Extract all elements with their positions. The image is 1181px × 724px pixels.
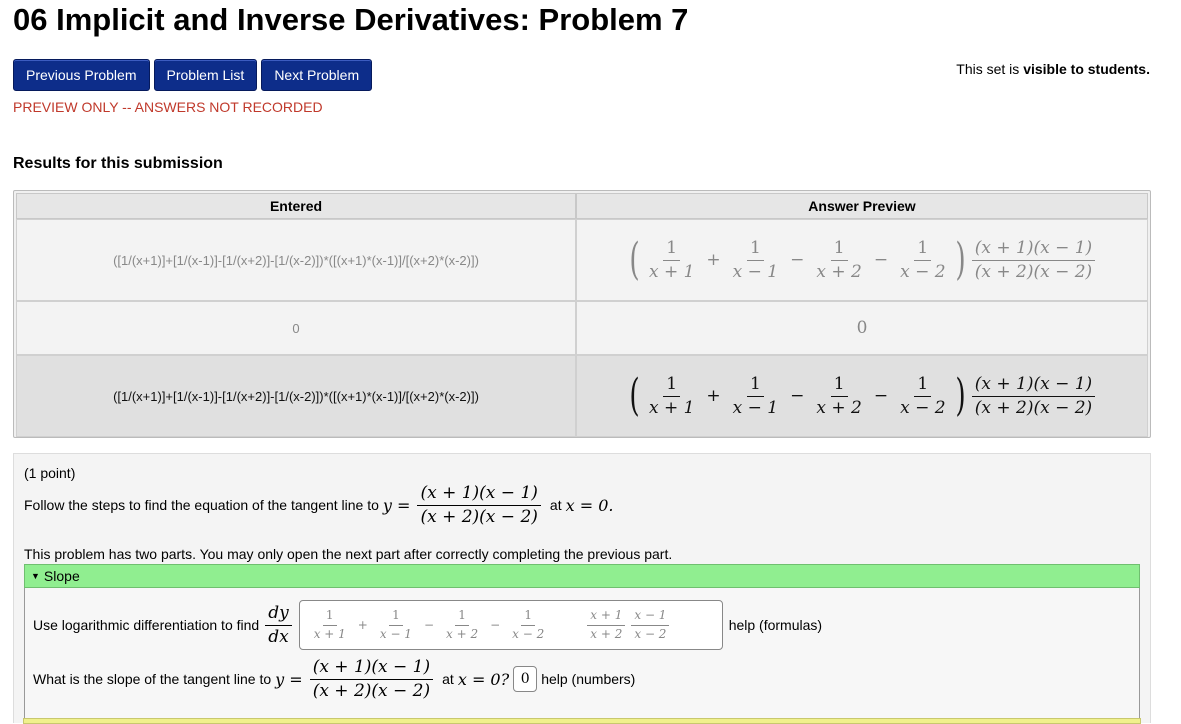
answer-preview-value: 0 [856, 318, 868, 338]
problem-list-button[interactable]: Problem List [153, 59, 258, 91]
table-row-1-preview: ( 1x + 1 + 1x − 1 − 1x + 2 − 1x − 2 ) (x… [576, 219, 1148, 301]
x-equals-zero: x = 0. [565, 495, 614, 515]
table-row-2-entered: 0 [16, 301, 576, 355]
page-title: 06 Implicit and Inverse Derivatives: Pro… [13, 2, 689, 37]
right-paren: ) [955, 370, 966, 421]
table-row-3-entered: ([1/(x+1)]+[1/(x-1)]-[1/(x+2)]-[1/(x-2)]… [16, 355, 576, 437]
dy-dx-fraction: dy dx [265, 604, 292, 646]
problem-statement: Follow the steps to find the equation of… [24, 484, 613, 526]
problem-nav: Previous Problem Problem List Next Probl… [13, 59, 373, 91]
entered-column-header: Entered [16, 193, 576, 219]
y-equals: y = [275, 669, 303, 689]
slope-section-body: Use logarithmic differentiation to find … [24, 588, 1140, 719]
function-fraction: (x + 1)(x − 1) (x + 2)(x − 2) [309, 658, 434, 700]
left-paren: ( [629, 370, 640, 421]
previous-problem-button[interactable]: Previous Problem [13, 59, 150, 91]
entered-text: ([1/(x+1)]+[1/(x-1)]-[1/(x+2)]-[1/(x-2)]… [113, 388, 479, 404]
next-problem-button[interactable]: Next Problem [261, 59, 373, 91]
derivative-answer-field[interactable]: 1x + 1 + 1x − 1 − 1x + 2 − 1x − 2 x + 1x… [298, 600, 723, 650]
table-row-1-entered: ([1/(x+1)]+[1/(x-1)]-[1/(x+2)]-[1/(x-2)]… [16, 219, 576, 301]
slope-section-title: Slope [43, 568, 80, 584]
slope-section-toggle[interactable]: ▼ Slope [24, 564, 1140, 588]
help-formulas-link[interactable]: help (formulas) [729, 617, 822, 633]
entered-text: ([1/(x+1)]+[1/(x-1)]-[1/(x+2)]-[1/(x-2)]… [113, 252, 479, 268]
set-visibility-status: visible to students. [1023, 61, 1150, 77]
table-row-3-preview: ( 1x + 1 + 1x − 1 − 1x + 2 − 1x − 2 ) (x… [576, 355, 1148, 437]
statement-text: Follow the steps to find the equation of… [24, 497, 379, 514]
set-visibility-info: This set is visible to students. [956, 61, 1150, 77]
right-paren: ) [955, 234, 966, 285]
slope-question: What is the slope of the tangent line to… [33, 658, 635, 700]
function-fraction: (x + 1)(x − 1) (x + 2)(x − 2) [417, 484, 541, 526]
x-equals-zero-question: x = 0? [457, 669, 510, 689]
derivative-question-text: Use logarithmic differentiation to find [33, 617, 260, 633]
entered-text: 0 [292, 320, 300, 336]
at-text: at [442, 671, 454, 688]
slope-answer-field[interactable]: 0 [513, 666, 538, 693]
results-heading: Results for this submission [13, 155, 223, 172]
set-visibility-prefix: This set is [956, 61, 1024, 77]
table-row-2-preview: 0 [576, 301, 1148, 355]
preview-notice: PREVIEW ONLY -- ANSWERS NOT RECORDED [13, 99, 323, 115]
at-text: at [549, 497, 562, 514]
slope-question-text: What is the slope of the tangent line to [33, 671, 272, 688]
preview-column-header: Answer Preview [576, 193, 1148, 219]
derivative-question: Use logarithmic differentiation to find … [33, 600, 822, 650]
problem-panel: (1 point) Follow the steps to find the e… [13, 453, 1151, 723]
parts-note: This problem has two parts. You may only… [24, 546, 673, 562]
problem-points: (1 point) [24, 465, 76, 481]
left-paren: ( [629, 234, 640, 285]
triangle-down-icon: ▼ [31, 571, 40, 581]
answer-preview-expression: ( 1x + 1 + 1x − 1 − 1x + 2 − 1x − 2 ) (x… [626, 374, 1098, 418]
results-table: Entered Answer Preview ([1/(x+1)]+[1/(x-… [13, 190, 1151, 438]
answer-preview-expression: ( 1x + 1 + 1x − 1 − 1x + 2 − 1x − 2 ) (x… [626, 238, 1098, 282]
help-numbers-link[interactable]: help (numbers) [541, 671, 635, 687]
derivative-answer-expression: 1x + 1 + 1x − 1 − 1x + 2 − 1x − 2 x + 1x… [308, 609, 673, 640]
next-section-toggle[interactable] [23, 718, 1141, 724]
y-equals: y = [382, 495, 411, 515]
